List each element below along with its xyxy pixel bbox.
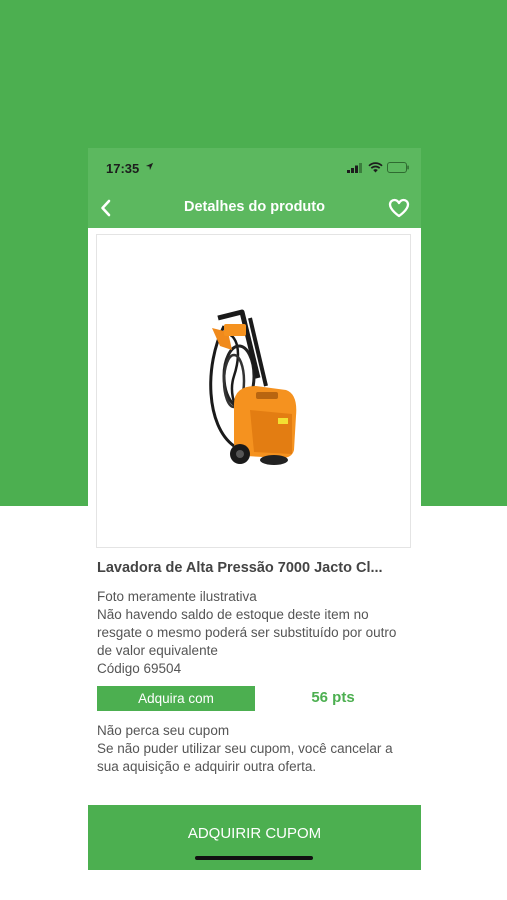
chevron-left-icon xyxy=(101,199,111,217)
heart-outline-icon xyxy=(388,198,410,218)
location-arrow-icon xyxy=(145,162,154,171)
points-value: 56 pts xyxy=(311,689,355,706)
acquire-coupon-button[interactable]: ADQUIRIR CUPOM xyxy=(88,805,421,870)
battery-icon xyxy=(387,162,409,173)
favorite-button[interactable] xyxy=(385,194,413,222)
wifi-icon xyxy=(368,162,383,173)
product-name: Lavadora de Alta Pressão 7000 Jacto Cl..… xyxy=(97,560,383,576)
description-line: Não havendo saldo de estoque deste item … xyxy=(97,607,397,658)
page-title: Detalhes do produto xyxy=(184,199,325,215)
coupon-info-line: Não perca seu cupom xyxy=(97,723,230,738)
status-time: 17:35 xyxy=(106,161,140,176)
description-line: Foto meramente ilustrativa xyxy=(97,589,257,604)
back-button[interactable] xyxy=(92,194,120,222)
status-bar: 17:35 xyxy=(88,148,421,188)
home-indicator xyxy=(195,856,313,860)
product-image-card xyxy=(96,234,411,548)
product-description: Foto meramente ilustrativa Não havendo s… xyxy=(97,588,409,678)
nav-bar: Detalhes do produto xyxy=(88,188,421,228)
cellular-signal-icon xyxy=(347,163,362,173)
product-code: Código 69504 xyxy=(97,661,182,676)
coupon-info-line: Se não puder utilizar seu cupom, você ca… xyxy=(97,741,393,774)
phone-screen: 17:35 Detalhes do produto Lavadora de Al… xyxy=(88,148,421,870)
acquire-with-label: Adquira com xyxy=(97,686,255,711)
coupon-info: Não perca seu cupom Se não puder utiliza… xyxy=(97,722,409,776)
pressure-washer-image xyxy=(208,309,296,465)
